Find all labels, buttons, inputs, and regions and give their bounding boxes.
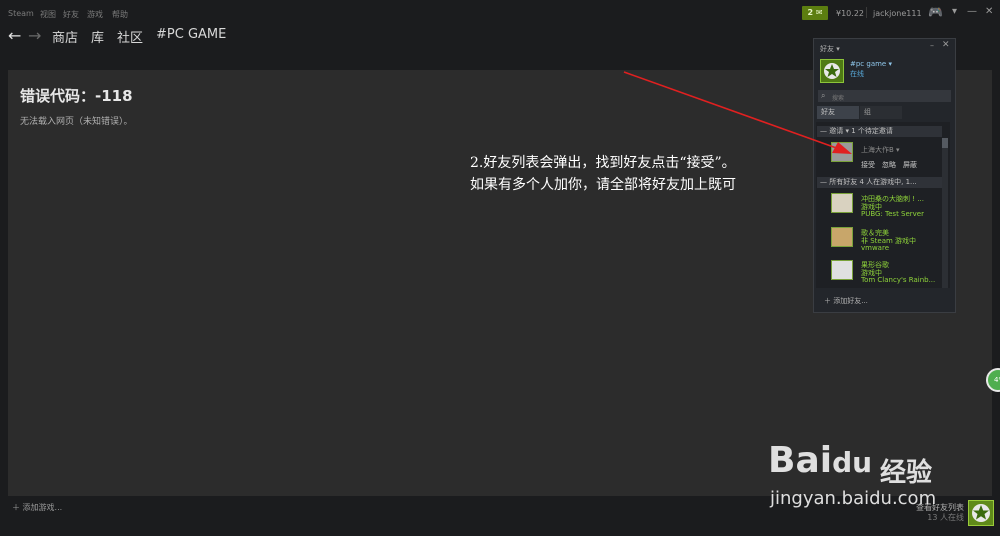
watermark-url: jingyan.baidu.com [770,488,937,509]
watermark-jingyan: 经验 [880,458,933,488]
annotation-arrow-line [623,71,843,151]
watermark-baidu: Baidu [768,440,873,481]
annotation-arrow-head [832,142,852,154]
